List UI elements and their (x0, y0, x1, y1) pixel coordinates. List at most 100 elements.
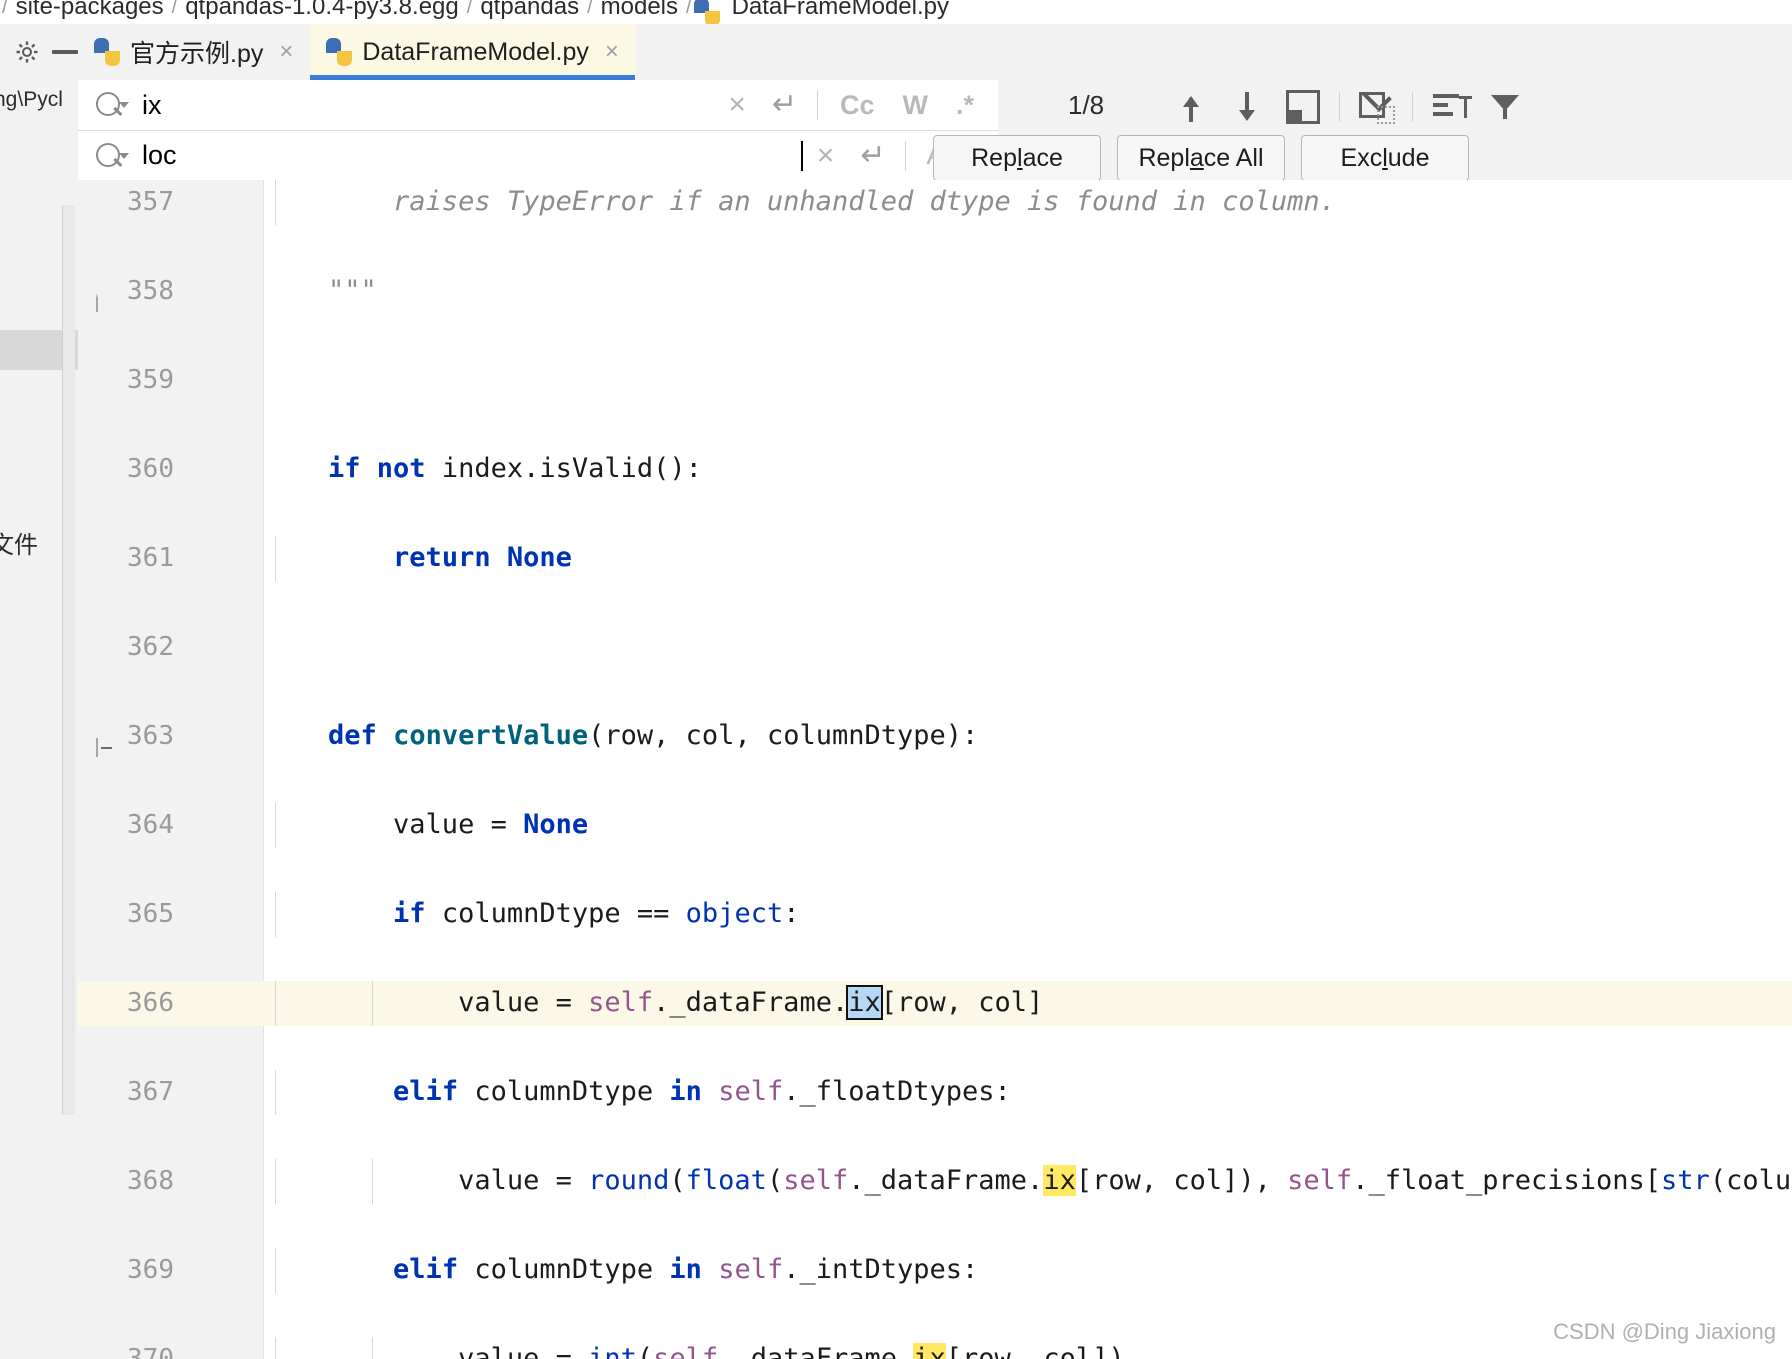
code-line[interactable]: 361 return None (78, 536, 1792, 581)
clear-search-icon[interactable]: × (714, 90, 760, 120)
code-token: self (653, 1343, 719, 1359)
breadcrumb-item-3[interactable]: models (595, 0, 684, 21)
code-token: value = (263, 1343, 589, 1359)
code-token: (colu (1709, 1165, 1792, 1196)
code-text: def convertValue(row, col, columnDtype): (263, 714, 978, 759)
code-token: return None (393, 542, 572, 573)
exclude-button[interactable]: Exc l ude (1301, 135, 1469, 181)
python-file-icon (693, 0, 720, 24)
find-row-buttons: × ↵ Cc W .* (714, 90, 998, 120)
code-token: : (783, 898, 800, 929)
breadcrumb-item-1[interactable]: qtpandas-1.0.4-py3.8.egg (179, 0, 465, 21)
find-row: × ↵ Cc W .* (78, 80, 998, 131)
code-line[interactable]: 360 if not index.isValid(): (78, 447, 1792, 492)
code-lines: 357 raises TypeError if an unhandled dty… (78, 180, 1792, 1359)
editor-tab-label: 官方示例.py (130, 40, 264, 68)
filter-button[interactable] (1477, 85, 1533, 129)
multiline-toggle-icon (1359, 82, 1395, 124)
code-token: ( (636, 1343, 654, 1359)
code-editor[interactable]: 357 raises TypeError if an unhandled dty… (78, 180, 1792, 1359)
code-token: object (685, 898, 784, 929)
find-in-selection-button[interactable] (1275, 85, 1331, 129)
replace-input[interactable] (136, 140, 805, 171)
editor-tab-0[interactable]: 官方示例.py × (78, 24, 310, 80)
arrow-down-icon (1234, 92, 1260, 122)
breadcrumb-separator: / (171, 0, 178, 18)
code-token: def (328, 720, 394, 751)
code-token: self (1287, 1165, 1353, 1196)
code-token: (row, col, columnDtype): (588, 720, 979, 751)
code-token: in (669, 1254, 719, 1285)
code-token: value = (263, 987, 589, 1018)
code-line[interactable]: 358 """ (78, 269, 1792, 314)
close-icon[interactable]: × (279, 38, 293, 66)
fold-end-icon[interactable] (96, 281, 118, 312)
breadcrumb-item-4[interactable]: DataFrameModel.py (726, 0, 955, 21)
replace-history-icon[interactable]: ↵ (848, 140, 897, 171)
line-number: 358 (127, 276, 174, 306)
code-token: ._intDtypes: (783, 1254, 979, 1285)
code-token: ( (669, 1165, 686, 1196)
close-icon[interactable]: × (605, 38, 619, 66)
code-text: if columnDtype == object: (263, 892, 799, 937)
code-line[interactable]: 363 def convertValue(row, col, columnDty… (78, 714, 1792, 759)
code-token: convertValue (393, 720, 589, 751)
search-icon[interactable] (94, 141, 130, 171)
filter-icon (1491, 93, 1519, 121)
code-line[interactable]: 365 if columnDtype == object: (78, 892, 1792, 937)
left-rail-scrollbar[interactable] (62, 205, 75, 1115)
code-token: raises TypeError if an unhandled dtype i… (263, 186, 1336, 217)
multiline-toggle-button[interactable] (1348, 82, 1404, 129)
replace-button[interactable]: Rep l ace (933, 135, 1101, 181)
gear-icon[interactable] (16, 41, 38, 63)
code-token: index.isValid(): (441, 453, 702, 484)
find-toolbar: 1/8 Rep l ace Repl a ce All Exc l ude (933, 80, 1792, 181)
code-token: round (588, 1165, 670, 1196)
preserve-indent-icon (1433, 94, 1472, 120)
line-number: 365 (127, 899, 174, 929)
clear-replace-icon[interactable]: × (803, 140, 849, 171)
regex-toggle[interactable]: .* (942, 91, 988, 119)
code-token: ._dataFrame. (653, 987, 849, 1018)
replace-all-button[interactable]: Repl a ce All (1117, 135, 1285, 181)
code-text: return None (263, 536, 572, 581)
code-text: elif columnDtype in self._floatDtypes: (263, 1070, 1011, 1115)
search-input[interactable] (136, 89, 715, 121)
code-line[interactable]: 364 value = None (78, 803, 1792, 848)
preserve-indent-button[interactable] (1421, 85, 1477, 129)
editor-tab-label: DataFrameModel.py (362, 37, 589, 66)
find-previous-button[interactable] (1163, 85, 1219, 129)
line-number: 366 (127, 988, 174, 1018)
breadcrumb-item-0[interactable]: site-packages (10, 0, 170, 21)
watermark: CSDN @Ding Jiaxiong (1553, 1319, 1776, 1344)
code-text: """ (263, 269, 377, 314)
search-icon[interactable] (94, 90, 130, 120)
code-line[interactable]: 366 value = self._dataFrame.ix[row, col] (78, 981, 1792, 1026)
search-match: ix (1043, 1165, 1076, 1196)
code-token: [row, col]) (945, 1343, 1125, 1359)
code-token: elif (393, 1076, 475, 1107)
code-line[interactable]: 359 (78, 358, 1792, 403)
breadcrumb-separator: / (587, 0, 593, 18)
whole-words-toggle[interactable]: W (889, 91, 942, 119)
fold-collapse-icon[interactable] (96, 726, 118, 757)
search-history-icon[interactable]: ↵ (760, 90, 809, 120)
divider (816, 90, 818, 120)
minimize-icon[interactable] (52, 50, 78, 54)
code-line[interactable]: 362 (78, 625, 1792, 670)
arrow-up-icon (1178, 92, 1204, 122)
code-line[interactable]: 357 raises TypeError if an unhandled dty… (78, 180, 1792, 225)
breadcrumb-item-2[interactable]: qtpandas (474, 0, 585, 21)
code-line[interactable]: 369 elif columnDtype in self._intDtypes: (78, 1248, 1792, 1293)
code-line[interactable]: 368 value = round(float(self._dataFrame.… (78, 1159, 1792, 1204)
match-case-toggle[interactable]: Cc (826, 91, 889, 119)
line-number: 367 (127, 1077, 174, 1107)
code-text: raises TypeError if an unhandled dtype i… (263, 180, 1336, 225)
line-number: 364 (127, 810, 174, 840)
code-line[interactable]: 370 value = int(self._dataFrame.ix[row, … (78, 1337, 1792, 1359)
current-search-match: ix (846, 985, 883, 1020)
find-next-button[interactable] (1219, 85, 1275, 129)
editor-tab-1[interactable]: DataFrameModel.py × (310, 24, 636, 81)
code-line[interactable]: 367 elif columnDtype in self._floatDtype… (78, 1070, 1792, 1115)
